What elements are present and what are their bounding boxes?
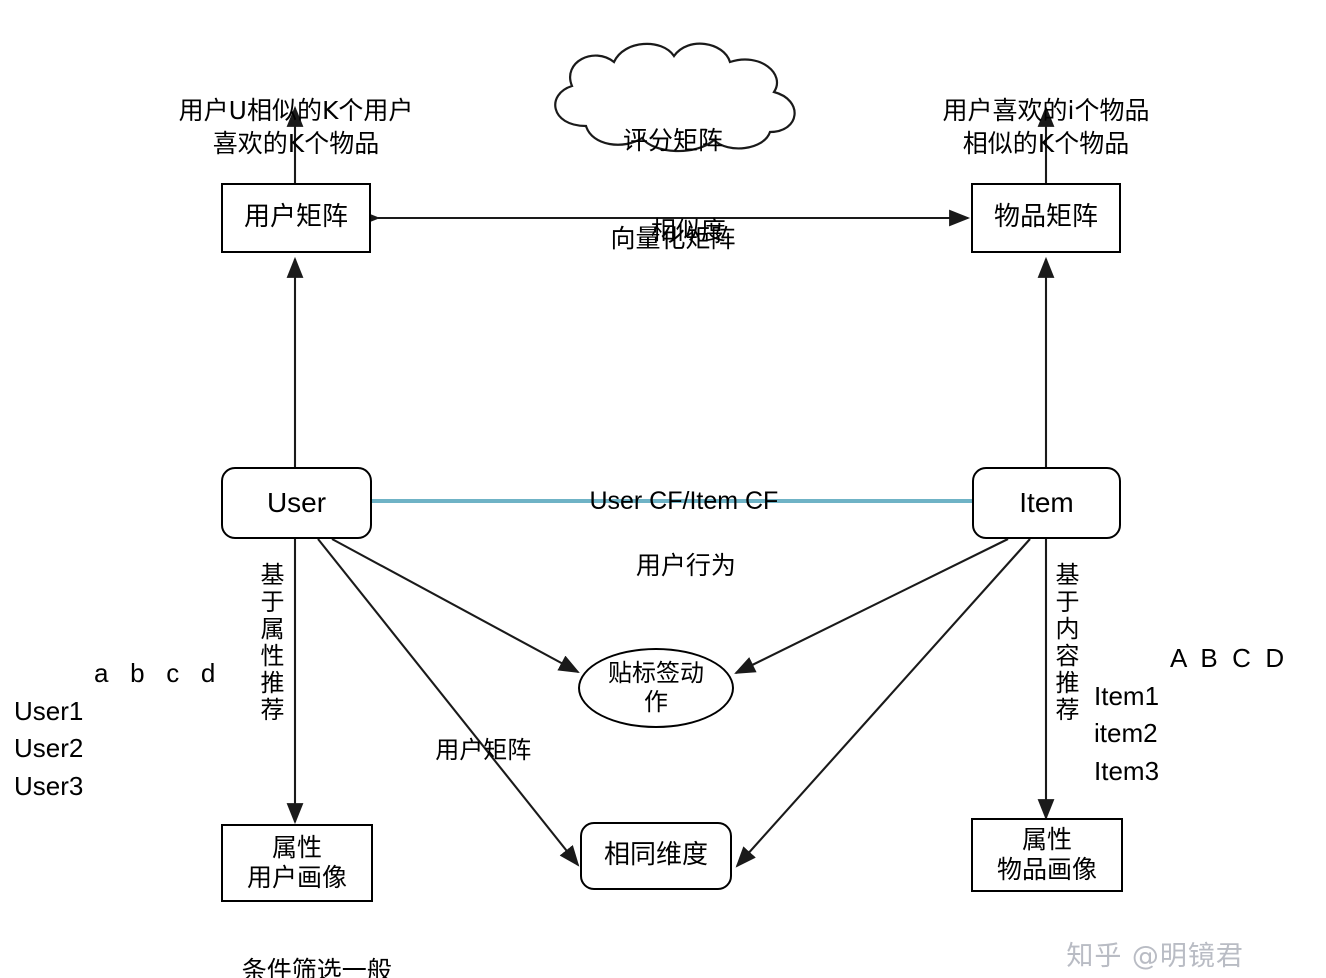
node-user-profile[interactable]: 属性 用户画像: [221, 824, 373, 902]
user-table-row-1: User1: [14, 695, 84, 726]
node-item-matrix[interactable]: 物品矩阵: [971, 183, 1121, 253]
node-item-profile-line2: 物品画像: [996, 855, 1097, 884]
item-matrix-table: A B C D Item1 item2 Item3: [1094, 640, 1284, 791]
user-table-row-3: User3: [14, 771, 84, 802]
item-table-row-2: item2: [1094, 718, 1158, 749]
node-user-matrix-label: 用户矩阵: [243, 202, 348, 233]
label-similarity: 相似度: [595, 182, 750, 280]
label-user-behavior-text: 用户行为: [635, 550, 736, 580]
arrow-user-to-tag-action: [331, 538, 580, 673]
node-tag-action-line1: 贴标签动: [608, 658, 704, 687]
arrow-user-to-same-dimension: [317, 538, 580, 867]
user-matrix-table: a b c d User1 User2 User3: [14, 655, 215, 806]
label-user-matrix-edge: 用户矩阵: [398, 704, 538, 798]
annotation-top-right-text: 用户喜欢的i个物品 相似的K个物品: [942, 96, 1150, 158]
node-item[interactable]: Item: [972, 467, 1121, 539]
label-similarity-text: 相似度: [650, 215, 726, 245]
cloud-label-line1: 评分矩阵: [622, 126, 723, 155]
item-table-columns: A B C D: [1170, 643, 1285, 673]
node-user-matrix[interactable]: 用户矩阵: [221, 183, 371, 253]
node-item-profile-line1: 属性: [1021, 824, 1072, 854]
node-user[interactable]: User: [221, 467, 372, 539]
node-item-matrix-label: 物品矩阵: [993, 202, 1098, 233]
vertical-label-attribute-recommend: 基于属性推荐: [256, 562, 284, 724]
item-table-row-3: Item3: [1094, 756, 1160, 787]
vertical-label-content-recommend: 基于内容推荐: [1051, 562, 1079, 724]
node-user-label: User: [266, 486, 327, 518]
label-user-behavior: 用户行为: [545, 517, 795, 615]
label-user-matrix-edge-text: 用户矩阵: [435, 736, 532, 765]
diagram-canvas: 评分矩阵 向量化矩阵 用户U相似的K个用户 喜欢的K个物品 用户喜欢的i个物品 …: [0, 0, 1326, 978]
user-table-columns: a b c d: [94, 658, 216, 688]
annotation-top-left-text: 用户U相似的K个用户 喜欢的K个物品: [178, 96, 414, 158]
node-tag-action[interactable]: 贴标签动 作: [578, 648, 734, 728]
node-item-label: Item: [1019, 486, 1074, 518]
label-user-cf-item-cf-text: User CF/Item CF: [589, 486, 779, 515]
item-table-row-1: Item1: [1094, 680, 1160, 711]
node-user-profile-line1: 属性: [271, 832, 322, 862]
node-same-dimension[interactable]: 相同维度: [580, 822, 732, 890]
vertical-label-attribute-recommend-text: 基于属性推荐: [256, 562, 284, 724]
vertical-label-content-recommend-text: 基于内容推荐: [1051, 562, 1079, 724]
node-item-profile[interactable]: 属性 物品画像: [971, 818, 1123, 892]
label-filter-note: 条件筛选一般: [210, 922, 392, 978]
watermark-logo: 火鲤鱼: [1160, 925, 1326, 978]
node-same-dimension-label: 相同维度: [603, 840, 708, 871]
label-filter-note-text: 条件筛选一般: [241, 955, 392, 978]
node-tag-action-line2: 作: [644, 688, 668, 716]
user-table-row-2: User2: [14, 733, 84, 764]
node-user-profile-line2: 用户画像: [246, 863, 347, 892]
